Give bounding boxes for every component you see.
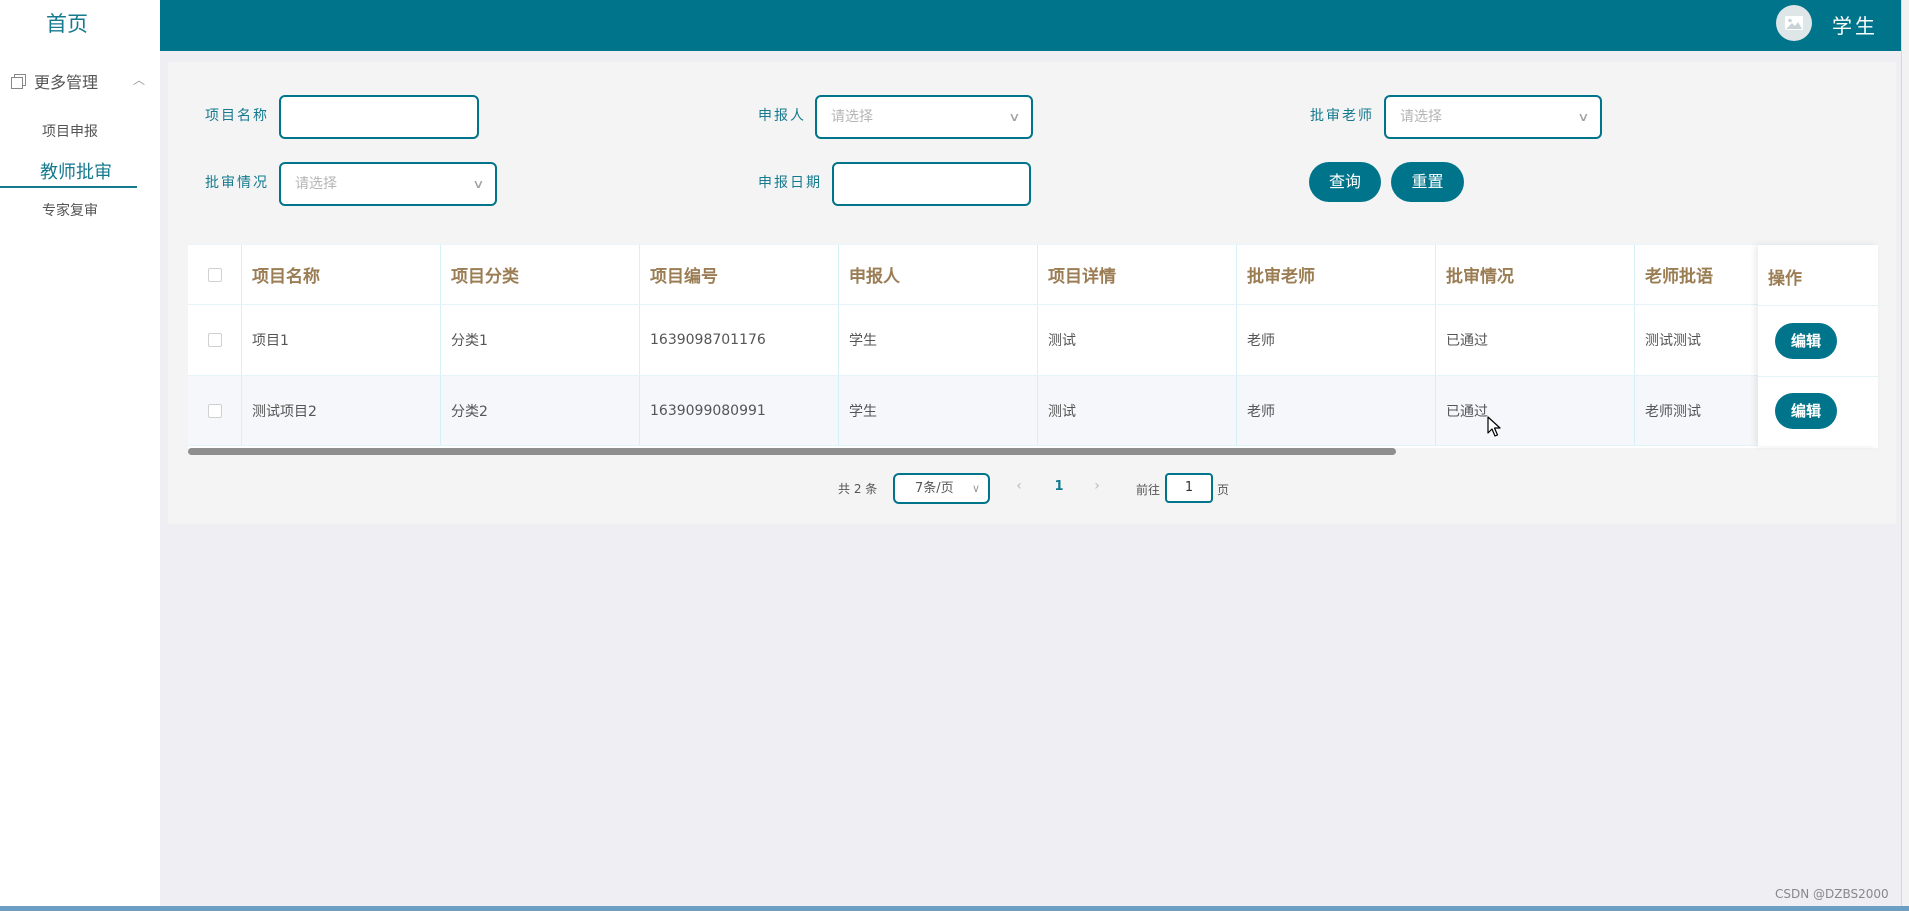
cell-project-name: 测试项目2 [242, 376, 441, 445]
cell-detail: 测试 [1038, 376, 1237, 445]
window-edge [1901, 0, 1909, 911]
select-all-cell [188, 245, 242, 304]
status-select[interactable]: 请选择 ∨ [279, 162, 497, 206]
cell-teacher: 老师 [1237, 376, 1436, 445]
cell-code: 1639098701176 [640, 305, 839, 375]
cell-comment: 老师测试 [1645, 403, 1701, 420]
chevron-down-icon: ∨ [971, 482, 980, 495]
chevron-up-icon: ︿ [132, 73, 145, 87]
cell-applicant: 学生 [839, 376, 1038, 445]
mouse-cursor-icon [1487, 416, 1501, 437]
cell-category: 分类1 [441, 305, 640, 375]
page-unit-label: 页 [1217, 483, 1230, 497]
column-header[interactable]: 老师批语 [1635, 245, 1758, 304]
divider [1758, 376, 1878, 377]
chevron-left-icon: ‹ [1016, 478, 1022, 494]
row-select-cell [188, 305, 242, 375]
project-name-label: 项目名称 [205, 108, 269, 124]
table-header-row: 项目名称 项目分类 项目编号 申报人 项目详情 批审老师 批审情况 老师批语 [188, 245, 1878, 305]
table-row: 测试项目2 分类2 1639099080991 学生 测试 老师 已通过 老师测… [188, 376, 1878, 446]
project-name-input[interactable] [279, 95, 479, 139]
window-bottom-edge [0, 906, 1909, 911]
sidebar-item-project-apply[interactable]: 项目申报 [0, 121, 140, 141]
column-header[interactable]: 申报人 [839, 245, 1038, 304]
sidebar-item-teacher-review[interactable]: 教师批审 [6, 158, 146, 184]
cell-status: 已通过 [1436, 305, 1635, 375]
column-header[interactable]: 项目分类 [441, 245, 640, 304]
teacher-label: 批审老师 [1310, 108, 1374, 124]
watermark: CSDN @DZBS2000 [1775, 887, 1889, 901]
page-number-current[interactable]: 1 [1044, 473, 1074, 501]
row-checkbox[interactable] [207, 403, 222, 418]
column-header[interactable]: 批审情况 [1436, 245, 1635, 304]
sidebar-group-label: 更多管理 [34, 73, 99, 92]
applicant-label: 申报人 [758, 108, 806, 124]
query-button[interactable]: 查询 [1309, 162, 1381, 202]
cell-detail: 测试 [1038, 305, 1237, 375]
horizontal-scrollbar[interactable] [188, 448, 1396, 455]
cell-teacher: 老师 [1237, 305, 1436, 375]
row-checkbox[interactable] [207, 333, 222, 347]
prev-page-button[interactable]: ‹ [1005, 473, 1033, 501]
image-icon [1785, 16, 1803, 30]
copy-icon [10, 73, 26, 89]
edit-button[interactable]: 编辑 [1775, 323, 1837, 359]
date-input[interactable] [832, 162, 1031, 206]
edit-button[interactable]: 编辑 [1775, 393, 1837, 429]
teacher-placeholder: 请选择 [1400, 109, 1442, 125]
sidebar-home-link[interactable]: 首页 [0, 8, 134, 38]
column-header[interactable]: 项目编号 [640, 245, 839, 304]
cell-applicant: 学生 [839, 305, 1038, 375]
sidebar: 首页 更多管理 ︿ 项目申报 教师批审 专家复审 [0, 0, 160, 907]
pagination-total: 共 2 条 [838, 482, 878, 496]
column-header[interactable]: 批审老师 [1237, 245, 1436, 304]
goto-label: 前往 [1136, 483, 1161, 497]
sidebar-item-expert-review[interactable]: 专家复审 [0, 200, 140, 220]
applicant-placeholder: 请选择 [831, 109, 873, 125]
chevron-right-icon: › [1094, 478, 1100, 494]
date-label: 申报日期 [758, 175, 822, 191]
cell-category: 分类2 [441, 376, 640, 445]
cell-project-name: 项目1 [242, 305, 441, 375]
cell-code: 1639099080991 [640, 376, 839, 445]
status-label: 批审情况 [205, 175, 269, 191]
divider [1758, 305, 1878, 306]
operation-column: 操作 编辑 编辑 [1758, 245, 1878, 446]
next-page-button[interactable]: › [1083, 473, 1111, 501]
reset-button[interactable]: 重置 [1391, 162, 1464, 202]
user-name: 学生 [1832, 14, 1878, 38]
sidebar-active-indicator [0, 186, 137, 188]
chevron-down-icon: ∨ [472, 177, 485, 191]
data-table: 项目名称 项目分类 项目编号 申报人 项目详情 批审老师 批审情况 老师批语 项… [188, 244, 1878, 448]
applicant-select[interactable]: 请选择 ∨ [815, 95, 1033, 139]
avatar[interactable] [1776, 5, 1812, 41]
cell-status: 已通过 [1436, 376, 1635, 445]
row-select-cell [188, 376, 242, 445]
chevron-down-icon: ∨ [1008, 110, 1021, 124]
table-row: 项目1 分类1 1639098701176 学生 测试 老师 已通过 测试测试 [188, 305, 1878, 376]
page-size-select[interactable]: 7条/页 ∨ [893, 473, 990, 504]
teacher-select[interactable]: 请选择 ∨ [1384, 95, 1602, 139]
top-header: 学生 [160, 0, 1902, 51]
cell-comment: 测试测试 [1645, 333, 1701, 349]
select-all-checkbox[interactable] [207, 267, 222, 282]
status-placeholder: 请选择 [295, 176, 337, 192]
chevron-down-icon: ∨ [1577, 110, 1590, 124]
column-header[interactable]: 项目名称 [242, 245, 441, 304]
column-header[interactable]: 项目详情 [1038, 245, 1237, 304]
sidebar-group-more-management[interactable]: 更多管理 ︿ [10, 68, 145, 94]
goto-page-input[interactable]: 1 [1165, 473, 1213, 503]
column-header: 操作 [1768, 269, 1802, 289]
page-size-value: 7条/页 [915, 481, 954, 496]
